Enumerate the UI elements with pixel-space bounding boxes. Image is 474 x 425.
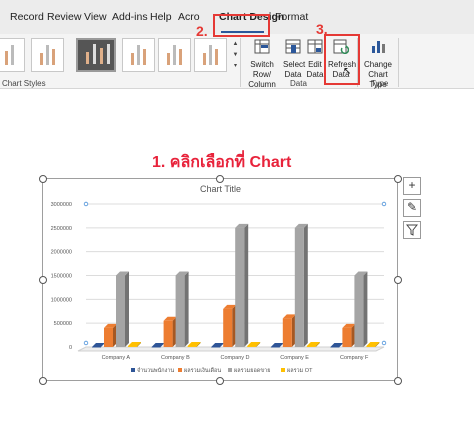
y-tick-label: 1000000 [51,297,72,303]
x-tick-label: Company F [340,355,369,361]
bar [366,346,376,347]
y-tick-label: 1500000 [51,274,72,280]
legend-swatch [228,368,232,372]
plot-area-handle [83,201,89,207]
bar-side [125,271,129,347]
plot-area-handle [381,201,387,207]
bar [175,275,185,347]
bar [104,327,113,347]
y-tick-label: 500000 [54,321,72,327]
bar [116,275,125,347]
legend-swatch [178,368,182,372]
plot-area-handle [83,340,89,346]
bar [187,346,197,347]
bar [223,308,233,347]
bar [163,320,173,347]
bar [128,346,137,347]
y-tick-label: 3000000 [51,202,72,208]
bar [270,346,280,348]
y-tick-label: 2500000 [51,226,72,232]
legend-label: ผลรวมเงินเดือน [184,367,221,374]
y-tick-label: 0 [69,345,72,351]
bar [211,346,221,348]
chart-svg: 0 500000 1000000 1500000 2000000 2500000 30000… [51,201,387,374]
bar-top [270,342,284,347]
bar [247,346,257,347]
bar [151,346,161,348]
legend-label: ผลรวม OT [287,368,313,374]
x-tick-label: Company E [280,355,309,361]
x-tick-label: Company A [102,355,131,361]
x-tick-label: Company D [220,355,249,361]
bar-top [330,342,344,347]
plot-area-handle [381,340,387,346]
bar-side [303,223,308,347]
legend-swatch [131,368,135,372]
bar-side [363,271,368,347]
chart-floor [77,346,385,352]
bar [330,346,340,348]
legend-label: จำนวนพนักงาน [137,367,174,374]
x-tick-label: Company B [161,355,190,361]
bar [294,227,304,347]
bar [306,346,316,347]
bar [342,327,352,347]
y-tick-label: 2000000 [51,250,72,256]
legend-swatch [281,368,285,372]
bar-top [151,342,165,347]
bar-top [92,342,105,347]
bar [92,346,101,348]
bar [282,318,292,347]
bar [354,275,364,347]
legend-label: ผลรวมยอดขาย [234,368,270,374]
bar [235,227,245,347]
bar-side [244,223,249,347]
bar-top [211,342,225,347]
bar-side [184,271,189,347]
